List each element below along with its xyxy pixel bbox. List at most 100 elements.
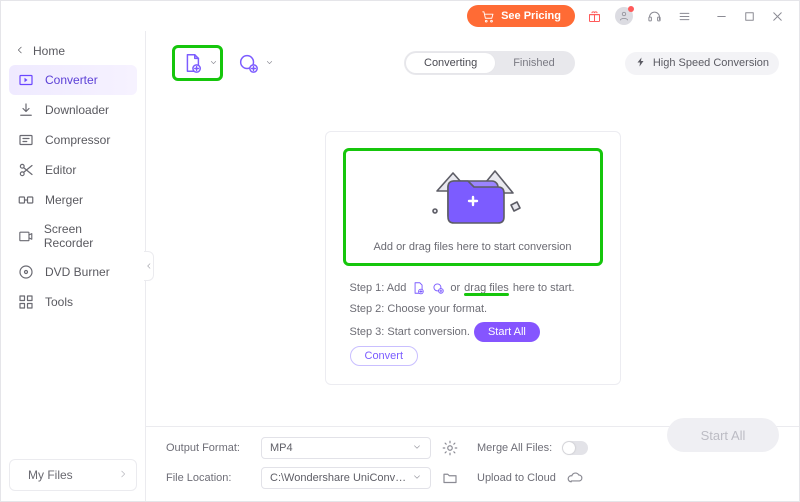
- download-icon: [17, 102, 35, 118]
- merge-toggle[interactable]: [562, 441, 588, 455]
- step-text: Step 1: Add: [350, 282, 407, 294]
- sidebar-item-tools[interactable]: Tools: [9, 287, 137, 317]
- sidebar-home-label: Home: [33, 44, 65, 58]
- toolbar: Converting Finished High Speed Conversio…: [146, 31, 799, 89]
- sidebar-collapse-button[interactable]: [144, 251, 154, 281]
- open-folder-icon[interactable]: [441, 469, 459, 487]
- sidebar-item-downloader[interactable]: Downloader: [9, 95, 137, 125]
- headset-icon[interactable]: [643, 5, 665, 27]
- sidebar-item-label: Merger: [45, 193, 83, 207]
- add-url-icon: [233, 50, 263, 76]
- bolt-icon: [635, 56, 647, 71]
- chevron-down-icon: [209, 56, 218, 70]
- avatar[interactable]: [613, 5, 635, 27]
- steps: Step 1: Add or drag files here to start.…: [350, 280, 604, 366]
- drop-highlight: Add or drag files here to start conversi…: [343, 148, 603, 266]
- app-window: See Pricing Home: [0, 0, 800, 502]
- tab-finished[interactable]: Finished: [495, 53, 573, 73]
- chevron-down-icon: [265, 56, 274, 70]
- my-files-label: My Files: [28, 468, 73, 482]
- sidebar: Home Converter Downloader Compressor Edi…: [1, 31, 146, 501]
- cart-icon: [481, 9, 495, 23]
- tab-label: Finished: [513, 57, 555, 69]
- chevron-down-icon: [412, 472, 422, 485]
- step-text: Step 2: Choose your format.: [350, 303, 488, 315]
- chevron-right-icon: [118, 468, 128, 482]
- step-1: Step 1: Add or drag files here to start.: [350, 280, 604, 296]
- app-body: Home Converter Downloader Compressor Edi…: [1, 31, 799, 501]
- output-format-label: Output Format:: [166, 442, 251, 454]
- step-text: here to start.: [513, 282, 575, 294]
- sidebar-item-label: Downloader: [45, 103, 109, 117]
- status-tabs: Converting Finished: [404, 51, 575, 75]
- drop-zone[interactable]: Add or drag files here to start conversi…: [325, 131, 621, 385]
- window-controls: [709, 5, 789, 27]
- grid-icon: [17, 294, 35, 310]
- start-all-button[interactable]: Start All: [667, 418, 779, 452]
- add-url-button[interactable]: [233, 50, 274, 76]
- sidebar-home[interactable]: Home: [9, 37, 137, 65]
- sidebar-item-dvd-burner[interactable]: DVD Burner: [9, 257, 137, 287]
- my-files-button[interactable]: My Files: [9, 459, 137, 491]
- upload-cloud-label: Upload to Cloud: [477, 472, 556, 484]
- high-speed-button[interactable]: High Speed Conversion: [625, 52, 779, 75]
- select-value: C:\Wondershare UniConverter 1: [270, 472, 412, 484]
- pill-label: Convert: [365, 350, 404, 362]
- step-2: Step 2: Choose your format.: [350, 303, 604, 315]
- sidebar-item-label: Editor: [45, 163, 76, 177]
- step-text: drag files: [464, 282, 509, 294]
- select-value: MP4: [270, 442, 293, 454]
- pill-label: Start All: [488, 326, 526, 338]
- sidebar-item-label: DVD Burner: [45, 265, 110, 279]
- sidebar-item-editor[interactable]: Editor: [9, 155, 137, 185]
- hamburger-icon[interactable]: [673, 5, 695, 27]
- row-output: Output Format: MP4 Merge All Files: Star…: [166, 437, 779, 459]
- sidebar-nav: Home Converter Downloader Compressor Edi…: [1, 37, 145, 317]
- minimize-icon[interactable]: [709, 5, 733, 27]
- main-panel: Converting Finished High Speed Conversio…: [146, 31, 799, 501]
- add-url-icon: [430, 280, 446, 296]
- add-file-icon: [410, 280, 426, 296]
- step-text: or: [450, 282, 460, 294]
- gift-icon[interactable]: [583, 5, 605, 27]
- merger-icon: [17, 192, 35, 208]
- file-location-select[interactable]: C:\Wondershare UniConverter 1: [261, 467, 431, 489]
- high-speed-label: High Speed Conversion: [653, 57, 769, 69]
- step-3: Step 3: Start conversion. Start All Conv…: [350, 322, 604, 366]
- sidebar-item-label: Screen Recorder: [44, 222, 129, 250]
- row-location: File Location: C:\Wondershare UniConvert…: [166, 467, 779, 489]
- file-location-label: File Location:: [166, 472, 251, 484]
- recorder-icon: [17, 228, 34, 244]
- titlebar: See Pricing: [1, 1, 799, 31]
- compressor-icon: [17, 132, 35, 148]
- add-file-icon: [177, 50, 207, 76]
- add-file-button[interactable]: [172, 45, 223, 81]
- sidebar-item-compressor[interactable]: Compressor: [9, 125, 137, 155]
- step-text: Step 3: Start conversion.: [350, 326, 470, 338]
- maximize-icon[interactable]: [737, 5, 761, 27]
- start-all-pill[interactable]: Start All: [474, 322, 540, 342]
- settings-gear-icon[interactable]: [441, 439, 459, 457]
- start-all-label: Start All: [701, 428, 746, 443]
- tab-label: Converting: [424, 57, 477, 69]
- cloud-icon[interactable]: [566, 469, 584, 487]
- drop-caption: Add or drag files here to start conversi…: [373, 241, 571, 253]
- see-pricing-button[interactable]: See Pricing: [467, 5, 575, 27]
- close-icon[interactable]: [765, 5, 789, 27]
- folder-illustration: [413, 161, 533, 233]
- tab-converting[interactable]: Converting: [406, 53, 495, 73]
- sidebar-item-converter[interactable]: Converter: [9, 65, 137, 95]
- merge-label: Merge All Files:: [477, 442, 552, 454]
- chevron-left-icon: [15, 44, 25, 58]
- sidebar-item-label: Compressor: [45, 133, 110, 147]
- see-pricing-label: See Pricing: [501, 10, 561, 22]
- sidebar-item-label: Converter: [45, 73, 98, 87]
- sidebar-item-screen-recorder[interactable]: Screen Recorder: [9, 215, 137, 257]
- converter-icon: [17, 72, 35, 88]
- chevron-down-icon: [412, 442, 422, 455]
- sidebar-item-label: Tools: [45, 295, 73, 309]
- sidebar-item-merger[interactable]: Merger: [9, 185, 137, 215]
- convert-pill[interactable]: Convert: [350, 346, 419, 366]
- disc-icon: [17, 264, 35, 280]
- output-format-select[interactable]: MP4: [261, 437, 431, 459]
